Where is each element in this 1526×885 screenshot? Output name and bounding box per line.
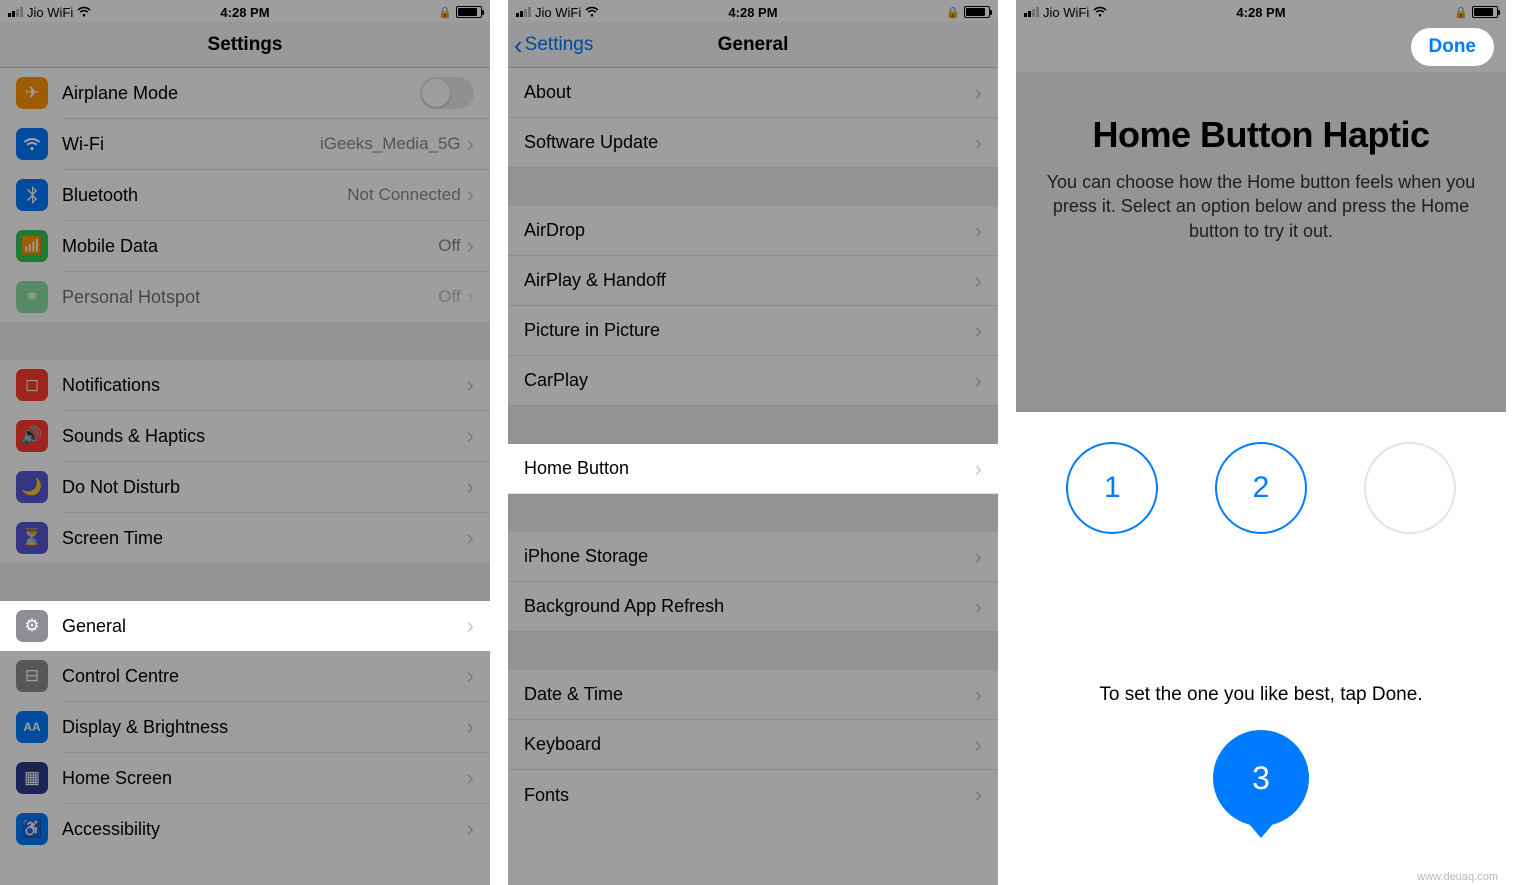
cell-date-time[interactable]: Date & Time › (508, 670, 998, 720)
haptic-selected-indicator[interactable]: 3 (1213, 730, 1309, 826)
chevron-right-icon: › (975, 80, 982, 106)
chevron-right-icon: › (467, 765, 474, 791)
page-title: Home Button Haptic (1044, 114, 1478, 156)
cell-wifi[interactable]: Wi-Fi iGeeks_Media_5G › (0, 119, 490, 169)
gear-icon: ⚙ (16, 610, 48, 642)
page-title: General (718, 34, 789, 56)
cell-notifications[interactable]: ◻ Notifications › (0, 360, 490, 410)
airplane-toggle[interactable] (420, 77, 474, 109)
haptic-option-1[interactable]: 1 (1066, 442, 1158, 534)
back-button[interactable]: ‹ Settings (514, 32, 593, 58)
status-bar: Jio WiFi 4:28 PM 🔒 (508, 0, 998, 22)
nav-bar: Done (1016, 22, 1506, 72)
chevron-right-icon: › (467, 233, 474, 259)
cell-display-brightness[interactable]: AA Display & Brightness › (0, 702, 490, 752)
chevron-right-icon: › (467, 423, 474, 449)
nav-bar: Settings (0, 22, 490, 68)
done-button[interactable]: Done (1411, 28, 1495, 66)
notifications-icon: ◻ (16, 369, 48, 401)
chevron-right-icon: › (467, 816, 474, 842)
cell-software-update[interactable]: Software Update › (508, 118, 998, 168)
cell-home-button[interactable]: Home Button › (508, 444, 998, 494)
chevron-right-icon: › (467, 525, 474, 551)
chevron-right-icon: › (975, 732, 982, 758)
cell-bluetooth[interactable]: Bluetooth Not Connected › (0, 170, 490, 220)
chevron-right-icon: › (467, 284, 474, 310)
home-screen-icon: ▦ (16, 762, 48, 794)
cell-accessibility[interactable]: ♿ Accessibility › (0, 804, 490, 854)
chevron-right-icon: › (975, 682, 982, 708)
status-bar: Jio WiFi 4:28 PM 🔒 (1016, 0, 1506, 22)
cell-screen-time[interactable]: ⏳ Screen Time › (0, 513, 490, 563)
chevron-right-icon: › (975, 130, 982, 156)
clock: 4:28 PM (1016, 5, 1506, 20)
chevron-right-icon: › (975, 456, 982, 482)
clock: 4:28 PM (508, 5, 998, 20)
chevron-right-icon: › (975, 544, 982, 570)
cell-control-centre[interactable]: ⊟ Control Centre › (0, 651, 490, 701)
haptic-option-2[interactable]: 2 (1215, 442, 1307, 534)
cell-general[interactable]: ⚙ General › (0, 601, 490, 651)
cell-carplay[interactable]: CarPlay › (508, 356, 998, 406)
battery-icon (964, 6, 990, 18)
chevron-right-icon: › (467, 613, 474, 639)
chevron-right-icon: › (975, 594, 982, 620)
mobile-data-icon: 📶 (16, 230, 48, 262)
cell-iphone-storage[interactable]: iPhone Storage › (508, 532, 998, 582)
chevron-right-icon: › (975, 782, 982, 808)
dnd-icon: 🌙 (16, 471, 48, 503)
cell-airdrop[interactable]: AirDrop › (508, 206, 998, 256)
cell-mobile-data[interactable]: 📶 Mobile Data Off › (0, 221, 490, 271)
haptic-option-row: 1 2 (1016, 412, 1506, 534)
chevron-right-icon: › (467, 714, 474, 740)
haptic-option-3-placeholder[interactable] (1364, 442, 1456, 534)
sounds-icon: 🔊 (16, 420, 48, 452)
chevron-right-icon: › (975, 268, 982, 294)
watermark: www.deuaq.com (1417, 871, 1498, 883)
cell-sounds-haptics[interactable]: 🔊 Sounds & Haptics › (0, 411, 490, 461)
chevron-right-icon: › (467, 182, 474, 208)
chevron-right-icon: › (467, 131, 474, 157)
hotspot-icon: ⚭ (16, 281, 48, 313)
chevron-right-icon: › (467, 372, 474, 398)
wifi-icon (16, 128, 48, 160)
battery-icon (1472, 6, 1498, 18)
cell-airplane-mode[interactable]: ✈ Airplane Mode (0, 68, 490, 118)
haptic-hint: To set the one you like best, tap Done. (1016, 684, 1506, 706)
cell-airplay-handoff[interactable]: AirPlay & Handoff › (508, 256, 998, 306)
chevron-right-icon: › (467, 474, 474, 500)
bluetooth-icon (16, 179, 48, 211)
clock: 4:28 PM (0, 5, 490, 20)
screentime-icon: ⏳ (16, 522, 48, 554)
cell-home-screen[interactable]: ▦ Home Screen › (0, 753, 490, 803)
cell-fonts[interactable]: Fonts › (508, 770, 998, 820)
nav-bar: ‹ Settings General (508, 22, 998, 68)
cell-background-app-refresh[interactable]: Background App Refresh › (508, 582, 998, 632)
chevron-right-icon: › (975, 318, 982, 344)
battery-icon (456, 6, 482, 18)
cell-about[interactable]: About › (508, 68, 998, 118)
page-title: Settings (208, 34, 283, 56)
chevron-right-icon: › (975, 218, 982, 244)
control-centre-icon: ⊟ (16, 660, 48, 692)
chevron-left-icon: ‹ (514, 32, 523, 58)
display-icon: AA (16, 711, 48, 743)
chevron-right-icon: › (975, 368, 982, 394)
status-bar: Jio WiFi 4:28 PM 🔒 (0, 0, 490, 22)
accessibility-icon: ♿ (16, 813, 48, 845)
airplane-icon: ✈ (16, 77, 48, 109)
cell-picture-in-picture[interactable]: Picture in Picture › (508, 306, 998, 356)
cell-keyboard[interactable]: Keyboard › (508, 720, 998, 770)
cell-do-not-disturb[interactable]: 🌙 Do Not Disturb › (0, 462, 490, 512)
chevron-right-icon: › (467, 663, 474, 689)
cell-personal-hotspot[interactable]: ⚭ Personal Hotspot Off › (0, 272, 490, 322)
page-description: You can choose how the Home button feels… (1044, 170, 1478, 243)
